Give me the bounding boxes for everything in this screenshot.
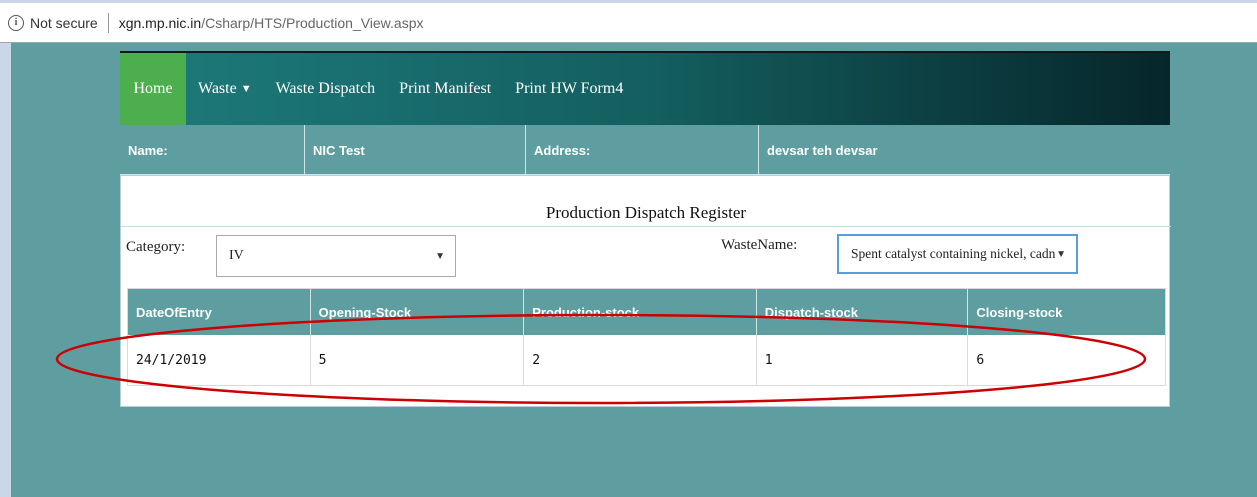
col-header-production-stock: Production-stock bbox=[524, 289, 757, 335]
cell-production-stock: 2 bbox=[524, 335, 757, 385]
info-row: Name: NIC Test Address: devsar teh devsa… bbox=[120, 125, 1170, 175]
dropdown-arrow-icon: ▼ bbox=[435, 250, 445, 262]
table-row: 24/1/2019 5 2 1 6 bbox=[128, 335, 1165, 385]
wastename-selected-value: Spent catalyst containing nickel, cadn bbox=[851, 246, 1056, 261]
category-label: Category: bbox=[126, 239, 186, 255]
url-path: /Csharp/HTS/Production_View.aspx bbox=[201, 15, 424, 31]
nav-home[interactable]: Home bbox=[120, 53, 186, 125]
cell-opening-stock: 5 bbox=[311, 335, 525, 385]
nav-print-hw-form4[interactable]: Print HW Form4 bbox=[503, 53, 635, 125]
cell-dispatch-stock: 1 bbox=[757, 335, 969, 385]
name-label: Name: bbox=[128, 142, 168, 158]
nav-print-manifest[interactable]: Print Manifest bbox=[387, 53, 503, 125]
register-panel: Production Dispatch Register Category: I… bbox=[120, 175, 1171, 407]
address-value: devsar teh devsar bbox=[758, 125, 1170, 175]
address-divider bbox=[107, 13, 109, 33]
dropdown-arrow-icon: ▼ bbox=[1056, 248, 1066, 260]
register-table: DateOfEntry Opening-Stock Production-sto… bbox=[127, 288, 1166, 386]
info-icon[interactable]: i bbox=[8, 15, 24, 31]
name-value: NIC Test bbox=[304, 125, 525, 175]
wastename-select[interactable]: Spent catalyst containing nickel, cadn ▼ bbox=[837, 234, 1078, 274]
nav-waste-dispatch[interactable]: Waste Dispatch bbox=[264, 53, 388, 125]
cell-closing-stock: 6 bbox=[976, 352, 985, 368]
browser-address-bar: i Not secure xgn.mp.nic.in/Csharp/HTS/Pr… bbox=[0, 0, 1257, 43]
caret-down-icon: ▼ bbox=[240, 83, 252, 95]
nav-waste-dropdown[interactable]: Waste ▼ bbox=[186, 53, 264, 125]
category-select[interactable]: IV ▼ bbox=[216, 235, 456, 277]
main-navbar: Home Waste ▼ Waste Dispatch Print Manife… bbox=[120, 51, 1170, 125]
page-title: Production Dispatch Register bbox=[545, 203, 747, 222]
wastename-label: WasteName: bbox=[721, 237, 798, 253]
window-left-edge bbox=[0, 43, 12, 497]
address-label: Address: bbox=[525, 125, 758, 175]
table-header-row: DateOfEntry Opening-Stock Production-sto… bbox=[128, 289, 1165, 335]
category-selected-value: IV bbox=[229, 248, 244, 263]
url-host: xgn.mp.nic.in bbox=[118, 15, 202, 31]
col-header-date-of-entry: DateOfEntry bbox=[128, 289, 311, 335]
security-status[interactable]: Not secure bbox=[30, 15, 98, 31]
address-bar-content[interactable]: i Not secure xgn.mp.nic.in/Csharp/HTS/Pr… bbox=[8, 11, 424, 35]
col-header-opening-stock: Opening-Stock bbox=[311, 289, 525, 335]
url-text[interactable]: xgn.mp.nic.in/Csharp/HTS/Production_View… bbox=[119, 15, 424, 31]
col-header-dispatch-stock: Dispatch-stock bbox=[757, 289, 969, 335]
col-header-closing-stock: Closing-stock bbox=[976, 304, 1063, 320]
title-divider bbox=[121, 226, 1171, 227]
cell-date-of-entry: 24/1/2019 bbox=[128, 335, 311, 385]
nav-waste-label: Waste bbox=[198, 80, 237, 97]
